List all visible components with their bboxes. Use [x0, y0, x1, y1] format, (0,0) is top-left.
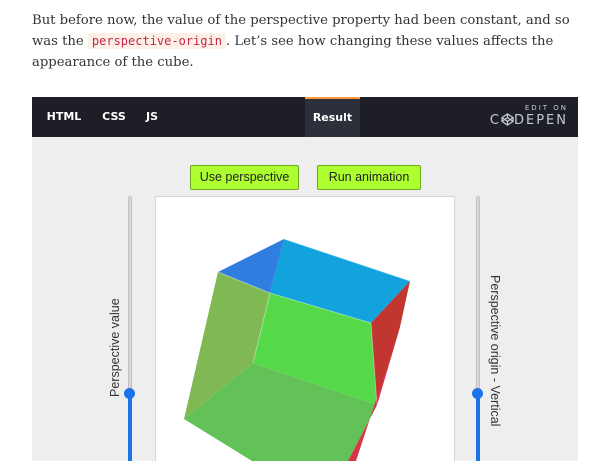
perspective-origin-vertical-slider-fill [476, 393, 480, 461]
article-line-2: was the perspective-origin. Let’s see ho… [32, 31, 572, 52]
article-line-2-suffix: . Let’s see how changing these values af… [225, 34, 554, 49]
perspective-origin-code: perspective-origin [87, 33, 226, 49]
article-line-1: But before now, the value of the perspec… [32, 13, 570, 28]
perspective-origin-vertical-label: Perspective origin - Vertical [488, 275, 502, 427]
article-line-3: appearance of the cube. [32, 55, 194, 70]
article-text: But before now, the value of the perspec… [32, 10, 572, 73]
codepen-embed: HTML CSS JS Result EDIT ON C DEPEN Use pe… [32, 97, 578, 461]
perspective-origin-vertical-slider-thumb[interactable] [472, 388, 483, 399]
article-line-2-prefix: was the [32, 34, 88, 49]
